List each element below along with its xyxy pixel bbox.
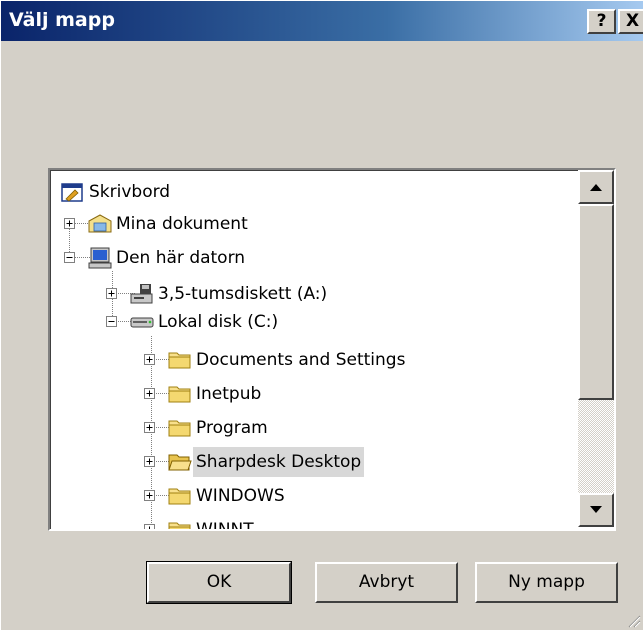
tree-item-label: Den här datorn [116, 248, 246, 268]
folder-tree[interactable]: Skrivbord Mina dokument Den här datorn 3,5-… [48, 168, 616, 531]
tree-item[interactable]: WINNT [51, 515, 571, 529]
window-title: Välj mapp [9, 9, 115, 31]
tree-item-label: Lokal disk (C:) [158, 312, 279, 332]
expand-icon[interactable] [106, 288, 117, 299]
tree-item-label: WINDOWS [196, 486, 285, 506]
tree-item-label: Documents and Settings [196, 350, 406, 370]
expand-icon[interactable] [144, 422, 155, 433]
expand-icon[interactable] [144, 354, 155, 365]
expand-icon[interactable] [64, 218, 75, 229]
tree-item[interactable]: Den här datorn [51, 243, 571, 273]
tree-item-label: Skrivbord [89, 182, 171, 202]
title-bar[interactable]: Välj mapp ? X [1, 1, 643, 41]
help-button[interactable]: ? [587, 9, 616, 34]
tree-item[interactable]: Sharpdesk Desktop [51, 447, 571, 477]
scroll-track[interactable] [578, 400, 614, 493]
resize-grip-icon[interactable] [625, 612, 641, 628]
folder-browser-dialog: Välj mapp ? X Skrivbord Mina dokument De… [0, 0, 643, 630]
tree-item[interactable]: Skrivbord [51, 177, 571, 207]
expand-icon[interactable] [144, 490, 155, 501]
vertical-scrollbar[interactable] [578, 170, 614, 527]
scroll-up-button[interactable] [578, 170, 614, 204]
scroll-down-button[interactable] [578, 493, 614, 527]
tree-item-label: Program [196, 418, 268, 438]
tree-item-label: Mina dokument [116, 214, 248, 234]
tree-item-label: Inetpub [196, 384, 262, 404]
tree-item[interactable]: Lokal disk (C:) [51, 307, 571, 337]
tree-item-label: WINNT [193, 515, 257, 529]
expand-icon[interactable] [144, 388, 155, 399]
tree-item-label: Sharpdesk Desktop [193, 447, 365, 477]
tree-item[interactable]: Inetpub [51, 379, 571, 409]
tree-item[interactable]: Mina dokument [51, 209, 571, 239]
expand-icon[interactable] [144, 524, 155, 529]
tree-item[interactable]: 3,5-tumsdiskett (A:) [51, 279, 571, 309]
expand-icon[interactable] [144, 456, 155, 467]
tree-item[interactable]: Program [51, 413, 571, 443]
collapse-icon[interactable] [64, 252, 75, 263]
chevron-down-icon [590, 506, 602, 513]
new-folder-button[interactable]: Ny mapp [475, 562, 618, 603]
tree-item[interactable]: Documents and Settings [51, 345, 571, 375]
tree-item-label: 3,5-tumsdiskett (A:) [158, 284, 328, 304]
close-button[interactable]: X [618, 9, 643, 34]
ok-button[interactable]: OK [146, 561, 292, 604]
scroll-thumb[interactable] [578, 204, 614, 400]
chevron-up-icon [590, 184, 602, 191]
cancel-button[interactable]: Avbryt [315, 562, 458, 603]
tree-item[interactable]: WINDOWS [51, 481, 571, 511]
collapse-icon[interactable] [106, 316, 117, 327]
